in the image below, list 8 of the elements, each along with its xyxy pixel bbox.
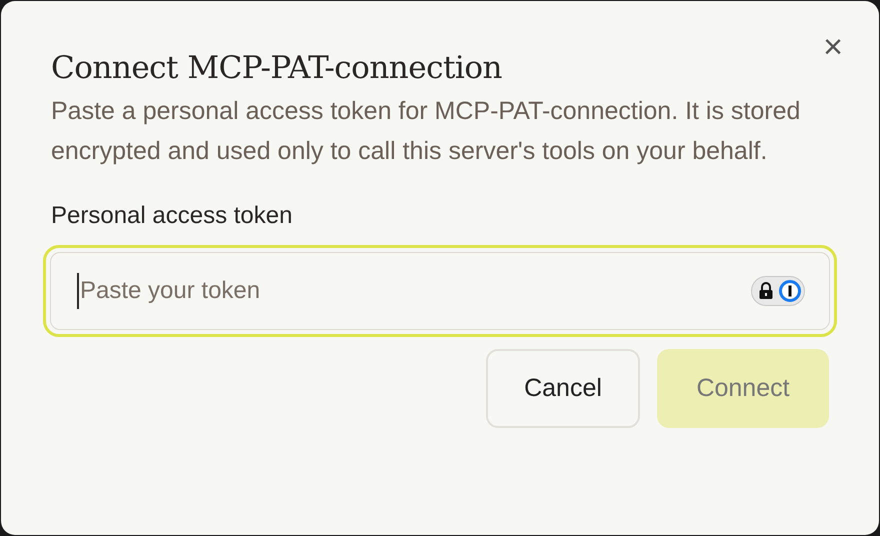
password-manager-icon[interactable] bbox=[751, 276, 805, 306]
dialog-description: Paste a personal access token for MCP-PAT-connection. It is stored encrypted and used only to call this server's tools on your behalf. bbox=[51, 96, 802, 167]
close-button[interactable]: × bbox=[821, 31, 845, 63]
token-field[interactable]: Paste your token bbox=[50, 252, 830, 330]
cancel-button[interactable]: Cancel bbox=[486, 349, 640, 428]
dialog-title: Connect MCP-PAT-connection bbox=[51, 49, 502, 88]
field-label: Personal access token bbox=[51, 201, 292, 231]
token-input[interactable]: Paste your token bbox=[77, 273, 751, 309]
